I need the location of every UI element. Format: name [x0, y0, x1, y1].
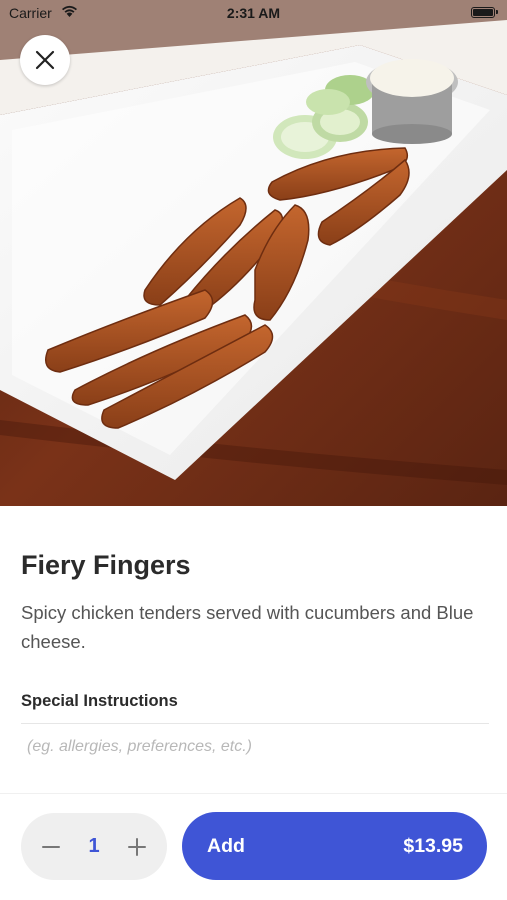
minus-icon — [42, 845, 60, 848]
item-price: $13.95 — [403, 835, 463, 857]
status-time: 2:31 AM — [226, 5, 281, 21]
plus-icon — [128, 837, 146, 856]
divider — [0, 793, 507, 794]
quantity-stepper: 1 — [21, 813, 167, 880]
add-to-order-button[interactable]: Add $13.95 — [182, 812, 487, 880]
divider — [21, 723, 489, 724]
item-description: Spicy chicken tenders served with cucumb… — [21, 602, 474, 652]
food-image — [0, 0, 507, 506]
increase-quantity-button[interactable] — [112, 813, 162, 880]
decrease-quantity-button[interactable] — [26, 813, 76, 880]
add-button-label: Add — [207, 835, 245, 857]
special-instructions-label: Special Instructions — [21, 692, 178, 710]
item-title: Fiery Fingers — [21, 550, 191, 580]
quantity-value: 1 — [88, 835, 100, 857]
close-button[interactable] — [20, 35, 70, 85]
special-instructions-input[interactable] — [21, 732, 489, 762]
item-photo — [0, 0, 507, 506]
battery-icon — [471, 7, 498, 18]
status-bar: Carrier 2:31 AM — [0, 0, 507, 26]
close-icon — [35, 50, 55, 70]
